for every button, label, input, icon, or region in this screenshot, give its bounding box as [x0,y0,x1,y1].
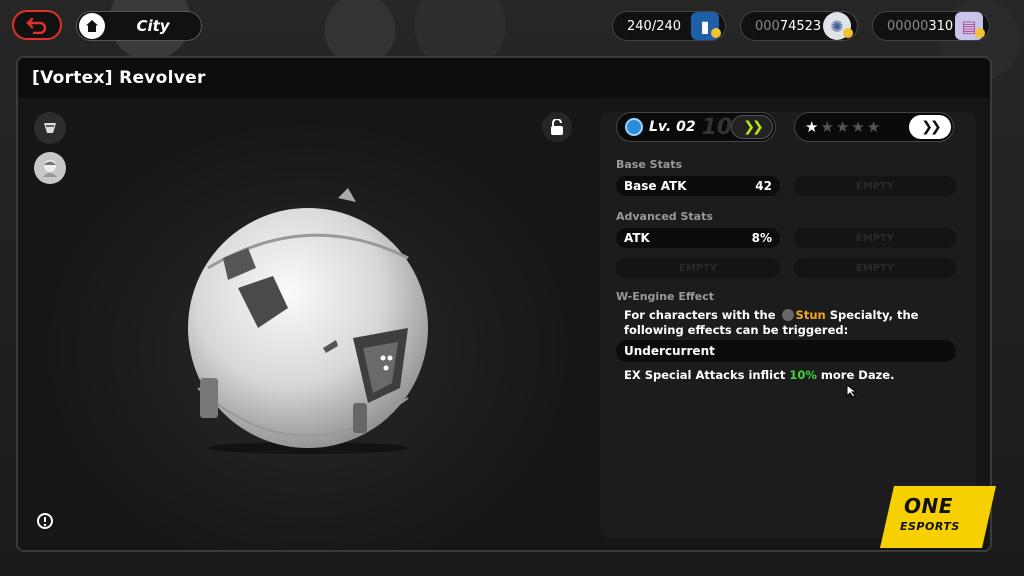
level-up-button[interactable]: ❯❯ [731,115,773,139]
level-max: 10 [701,114,733,140]
denny-currency[interactable]: 00074523 ✺ [740,11,858,41]
star-empty-icon: ★ [820,118,834,136]
level-indicator: Lv. 02 10 ❯❯ [616,112,776,142]
denny-value: 74523 [779,18,822,34]
specialty-name: Stun [795,308,826,322]
logo-line2: ESPORTS [900,520,960,533]
star-empty-icon: ★ [835,118,850,136]
effect-condition-text: Specialty, the [825,308,919,322]
plus-icon [843,28,853,38]
stat-name: ATK [624,231,650,245]
star-filled-icon: ★ [805,118,819,136]
daze-percent: 10% [789,368,817,382]
stat-row-base-atk: Base ATK 42 [616,176,780,196]
refine-button[interactable]: ❯❯ [909,115,951,139]
character-avatar-icon[interactable] [34,152,66,184]
stat-row-empty: EMPTY [794,228,956,248]
breadcrumb-location: City [136,17,170,35]
plus-icon [711,28,721,38]
info-icon[interactable] [34,510,56,532]
panel-title: [Vortex] Revolver [18,58,990,98]
w-engine-model [188,188,428,454]
star-empty-icon: ★ [851,118,865,136]
model-viewer[interactable] [18,98,598,550]
effect-description: EX Special Attacks inflict 10% more Daze… [624,368,934,383]
back-button[interactable] [12,10,62,40]
star-empty-icon: ★ [866,118,881,136]
w-engine-effect-title: W-Engine Effect [616,290,714,303]
film-value: 310 [928,18,954,34]
battery-value: 240/240 [627,18,682,34]
w-engine-type-icon[interactable] [34,112,66,144]
stat-value: 42 [755,179,772,193]
lock-icon[interactable] [542,112,572,142]
film-leading-zeros: 00000 [887,18,929,34]
effect-condition-text: following effects can be triggered: [624,323,849,337]
w-engine-panel: [Vortex] Revolver Lv. 02 10 ❯❯ ★ ★ ★ ★ ★… [16,56,992,552]
stun-specialty-icon [781,309,794,321]
top-bar: City 240/240 ▮ 00074523 ✺ 00000310 ▤ [0,8,1024,46]
stat-value: 8% [751,231,772,245]
battery-currency[interactable]: 240/240 ▮ [612,11,726,41]
effect-desc-text: EX Special Attacks inflict [624,368,790,382]
stat-row-empty: EMPTY [794,258,956,278]
mouse-cursor-icon [846,384,858,398]
effect-condition-text: For characters with the [624,308,780,322]
stat-row-empty: EMPTY [616,258,780,278]
film-currency[interactable]: 00000310 ▤ [872,11,990,41]
rank-stars: ★ ★ ★ ★ ★ ❯❯ [794,112,954,142]
logo-line1: ONE [904,494,953,518]
stat-row-atk: ATK 8% [616,228,780,248]
level-badge-icon [625,118,643,136]
level-label: Lv. 02 [649,119,696,135]
effect-condition: For characters with the Stun Specialty, … [624,308,934,338]
one-esports-logo: ONE ESPORTS [880,486,996,548]
effect-name: Undercurrent [616,340,956,362]
back-arrow-icon [26,17,47,34]
effect-desc-text: more Daze. [816,368,895,382]
base-stats-title: Base Stats [616,158,683,171]
breadcrumb[interactable]: City [76,11,202,41]
plus-icon [975,28,985,38]
advanced-stats-title: Advanced Stats [616,210,713,223]
denny-leading-zeros: 000 [755,18,780,34]
stats-panel: Lv. 02 10 ❯❯ ★ ★ ★ ★ ★ ❯❯ Base Stats Bas… [600,112,976,538]
home-icon [79,13,105,39]
stat-name: Base ATK [624,179,687,193]
stat-row-empty: EMPTY [794,176,956,196]
